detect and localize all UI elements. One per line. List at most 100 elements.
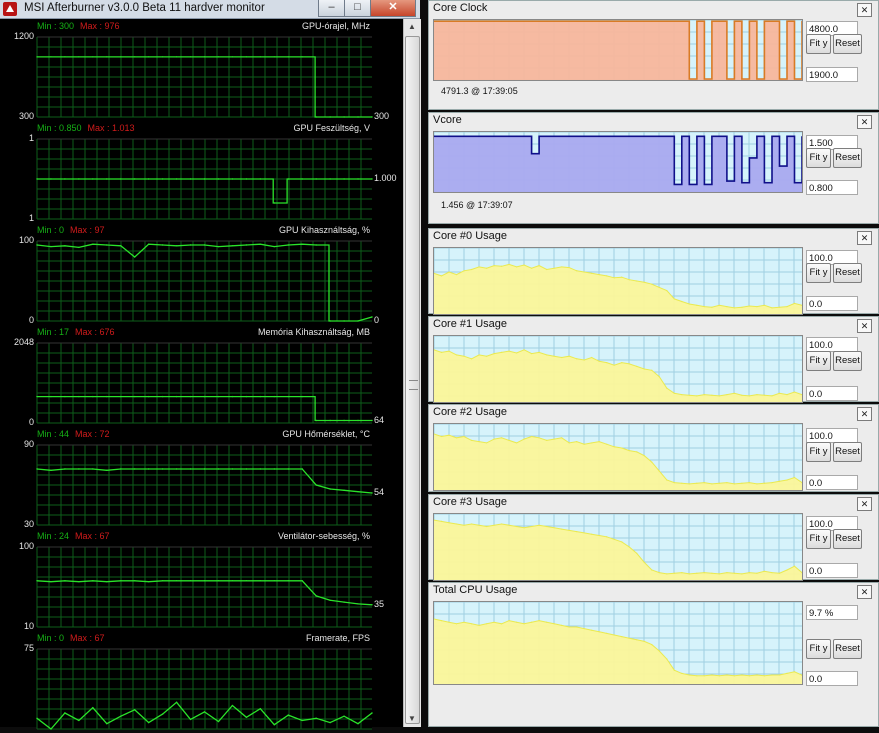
close-button[interactable]: ✕: [370, 0, 416, 17]
data-point: [189, 468, 192, 470]
fit-y-button[interactable]: Fit y: [806, 639, 831, 659]
data-point: [175, 178, 178, 180]
data-point: [463, 270, 465, 272]
scroll-down-icon[interactable]: ▼: [405, 711, 419, 726]
graph-axis-bottom: 10: [23, 621, 34, 631]
data-point: [92, 580, 94, 582]
afterburner-window: MSI Afterburner v3.0.0 Beta 11 hardver m…: [0, 0, 421, 730]
data-point: [538, 265, 540, 267]
panel-close-icon[interactable]: ✕: [857, 585, 872, 599]
data-point: [576, 270, 578, 272]
data-point: [120, 178, 122, 180]
panel-close-icon[interactable]: ✕: [857, 407, 872, 421]
min-value-field[interactable]: 1900.0: [806, 67, 858, 82]
gpu-graph-plot: [36, 342, 373, 424]
data-point: [440, 435, 443, 438]
min-value-field[interactable]: 0.0: [806, 475, 858, 490]
data-point: [613, 20, 615, 22]
data-point: [666, 479, 668, 481]
reset-button[interactable]: Reset: [833, 351, 862, 371]
data-point: [343, 419, 345, 422]
minimize-button[interactable]: –: [318, 0, 345, 17]
data-point: [301, 243, 303, 245]
data-point: [301, 719, 303, 722]
fit-y-button[interactable]: Fit y: [806, 442, 831, 462]
data-point: [681, 135, 683, 137]
graph-min-label: Min : 24: [37, 531, 70, 541]
reset-button[interactable]: Reset: [833, 529, 862, 549]
vertical-scrollbar[interactable]: ▲ ▼: [403, 19, 421, 727]
data-point: [470, 358, 473, 360]
data-point: [92, 395, 94, 398]
data-point: [538, 135, 540, 137]
min-value-field[interactable]: 0.0: [806, 671, 858, 686]
graph-max-label: Max : 97: [70, 225, 105, 235]
panel-title: Core Clock: [433, 2, 488, 14]
data-point: [576, 358, 578, 360]
data-point: [64, 395, 66, 398]
min-value-field[interactable]: 0.0: [806, 563, 858, 578]
fit-y-button[interactable]: Fit y: [806, 148, 831, 168]
data-point: [478, 524, 480, 526]
data-point: [651, 135, 653, 137]
data-point: [763, 570, 766, 572]
data-point: [203, 395, 206, 398]
reset-button[interactable]: Reset: [833, 34, 862, 54]
data-point: [583, 271, 585, 273]
data-point: [259, 178, 262, 180]
panel-title: Total CPU Usage: [433, 584, 518, 596]
min-value-field[interactable]: 0.0: [806, 296, 858, 311]
reset-button[interactable]: Reset: [833, 442, 862, 462]
fit-y-button[interactable]: Fit y: [806, 263, 831, 283]
fit-y-button[interactable]: Fit y: [806, 351, 831, 371]
scroll-up-icon[interactable]: ▲: [405, 19, 419, 34]
gpu-graph-plot: [36, 546, 373, 628]
data-point: [591, 533, 593, 535]
data-point: [287, 395, 289, 398]
data-point: [478, 266, 480, 268]
min-value-field[interactable]: 0.800: [806, 180, 858, 195]
afterburner-app-icon: [3, 2, 17, 16]
data-point: [726, 394, 728, 396]
data-point: [613, 538, 615, 540]
max-value-field[interactable]: 9.7 %: [806, 605, 858, 620]
data-point: [455, 20, 458, 22]
panel-close-icon[interactable]: ✕: [857, 3, 872, 17]
data-point: [538, 524, 540, 526]
graph-max-label: Max : 976: [80, 21, 120, 31]
data-point: [606, 275, 608, 277]
max-value-field[interactable]: 100.0: [806, 337, 858, 352]
data-point: [329, 721, 331, 724]
reset-button[interactable]: Reset: [833, 263, 862, 283]
data-point: [523, 349, 525, 351]
data-point: [147, 243, 150, 245]
max-value-field[interactable]: 100.0: [806, 428, 858, 443]
cpu-panel-core-clock: Core Clock ✕ 4800.0 1900.0 Fit y Reset 4791.3 …: [428, 0, 879, 110]
gpu-graph-gpu-clock: Min : 300 Max : 976 GPU-órajel, MHz 1200 300…: [0, 19, 403, 121]
data-point: [493, 353, 495, 355]
data-point: [470, 268, 473, 271]
min-value-field[interactable]: 0.0: [806, 386, 858, 401]
panel-close-icon[interactable]: ✕: [857, 115, 872, 129]
data-point: [357, 603, 359, 605]
data-point: [756, 135, 758, 137]
data-point: [741, 306, 743, 308]
panel-close-icon[interactable]: ✕: [857, 497, 872, 511]
data-point: [733, 20, 736, 22]
data-point: [673, 482, 675, 484]
fit-y-button[interactable]: Fit y: [806, 529, 831, 549]
panel-close-icon[interactable]: ✕: [857, 231, 872, 245]
fit-y-button[interactable]: Fit y: [806, 34, 831, 54]
graph-minmax: Min : 0 Max : 97: [37, 225, 105, 235]
data-point: [703, 78, 705, 80]
data-point: [357, 722, 359, 725]
reset-button[interactable]: Reset: [833, 148, 862, 168]
scroll-thumb[interactable]: [405, 36, 420, 724]
gpu-graph-plot: [36, 444, 373, 526]
data-point: [696, 572, 698, 574]
panel-close-icon[interactable]: ✕: [857, 319, 872, 333]
maximize-button[interactable]: □: [344, 0, 371, 17]
data-point: [440, 520, 443, 522]
reset-button[interactable]: Reset: [833, 639, 862, 659]
data-point: [245, 580, 248, 582]
